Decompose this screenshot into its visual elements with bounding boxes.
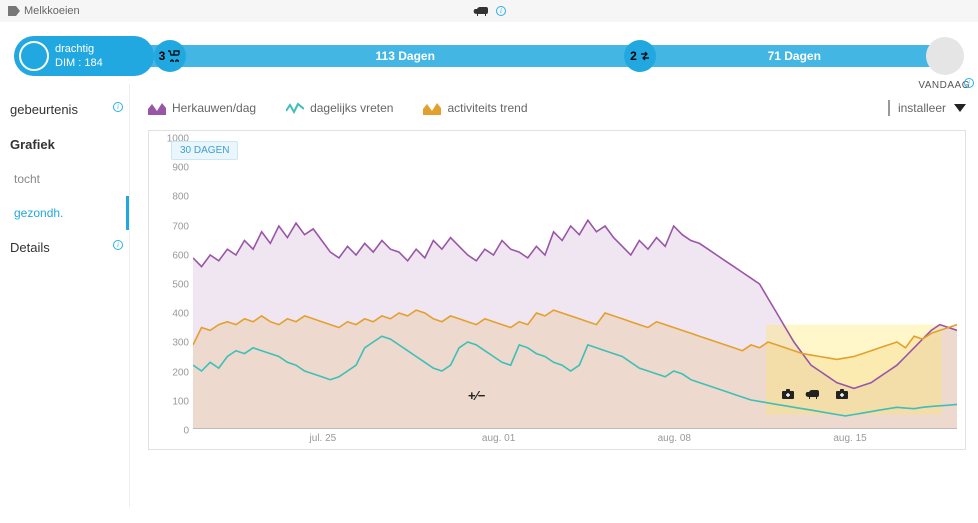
top-strip: Melkkoeien i xyxy=(0,0,978,22)
main-panel: i Herkauwen/dag dagelijks vreten activit… xyxy=(130,84,978,507)
x-tick: aug. 01 xyxy=(482,433,515,444)
timeline: drachtig DIM : 184 3 113 Dagen 2 71 Dage… xyxy=(14,36,964,76)
timeline-node-2[interactable]: 2 xyxy=(624,40,656,72)
status-label: drachtig xyxy=(55,42,103,56)
node1-num: 3 xyxy=(159,49,166,63)
chart-event-medkit-icon[interactable] xyxy=(835,388,849,403)
seg2-label: 71 Dagen xyxy=(768,49,821,63)
group-label[interactable]: Melkkoeien xyxy=(8,5,80,17)
y-tick: 0 xyxy=(183,426,189,437)
sidebar-item-gezondh[interactable]: gezondh. xyxy=(0,196,129,230)
range-badge[interactable]: 30 DAGEN xyxy=(171,141,238,160)
y-tick: 700 xyxy=(172,221,189,232)
timeline-node-1[interactable]: 3 xyxy=(154,40,186,72)
y-tick: 900 xyxy=(172,163,189,174)
rumination-swatch-icon xyxy=(148,101,166,115)
legend-eating-label: dagelijks vreten xyxy=(310,101,393,115)
legend-eating[interactable]: dagelijks vreten xyxy=(286,101,393,115)
sidebar-item-grafiek[interactable]: Grafiek xyxy=(0,127,129,162)
legend-activity[interactable]: activiteits trend xyxy=(423,101,527,115)
y-tick: 600 xyxy=(172,250,189,261)
plot-area: +⁄− xyxy=(193,139,957,429)
chart-event-medkit-icon[interactable] xyxy=(781,388,795,403)
sidebar-item-details[interactable]: Details i xyxy=(0,230,129,265)
timeline-today-circle[interactable] xyxy=(926,37,964,75)
details-label: Details xyxy=(10,240,50,255)
x-tick: jul. 25 xyxy=(310,433,337,444)
y-tick: 100 xyxy=(172,396,189,407)
y-tick: 800 xyxy=(172,192,189,203)
x-tick: aug. 08 xyxy=(658,433,691,444)
chart-event-plus-minus-icon[interactable]: +⁄− xyxy=(468,388,485,403)
stroller-icon xyxy=(167,50,181,62)
status-circle-icon xyxy=(19,41,49,71)
gebeurtenis-label: gebeurtenis xyxy=(10,102,78,117)
info-icon-details[interactable]: i xyxy=(113,240,123,250)
tag-icon xyxy=(8,6,20,16)
chevron-down-icon xyxy=(954,104,966,112)
gezondh-label: gezondh. xyxy=(14,206,63,220)
legend: Herkauwen/dag dagelijks vreten activitei… xyxy=(148,92,966,120)
y-tick: 200 xyxy=(172,367,189,378)
y-tick: 300 xyxy=(172,338,189,349)
x-axis: jul. 25 aug. 01 aug. 08 aug. 15 xyxy=(193,429,957,449)
seg1-label: 113 Dagen xyxy=(376,49,435,63)
timeline-bar: 3 113 Dagen 2 71 Dagen xyxy=(144,45,932,67)
swap-icon xyxy=(639,50,651,62)
legend-rumination-label: Herkauwen/dag xyxy=(172,101,256,115)
y-tick: 400 xyxy=(172,309,189,320)
eating-swatch-icon xyxy=(286,101,304,115)
grafiek-label: Grafiek xyxy=(10,137,55,152)
x-tick: aug. 15 xyxy=(833,433,866,444)
info-icon-gebeurtenis[interactable]: i xyxy=(113,102,123,112)
timeline-seg-2: 71 Dagen xyxy=(656,49,932,63)
node2-num: 2 xyxy=(630,49,637,63)
timeline-status-pill[interactable]: drachtig DIM : 184 xyxy=(14,36,154,76)
chart[interactable]: 30 DAGEN 0100200300400500600700800900100… xyxy=(148,130,966,450)
sidebar: gebeurtenis i Grafiek tocht gezondh. Det… xyxy=(0,84,130,507)
dim-label: DIM : 184 xyxy=(55,56,103,70)
tocht-label: tocht xyxy=(14,172,40,186)
legend-activity-label: activiteits trend xyxy=(447,101,527,115)
sidebar-item-tocht[interactable]: tocht xyxy=(0,162,129,196)
installer-label: installeer xyxy=(898,101,946,115)
installer-bar-icon xyxy=(888,100,890,116)
cow-icon xyxy=(472,5,490,17)
info-icon-chart[interactable]: i xyxy=(964,78,974,88)
installer-dropdown[interactable]: installeer xyxy=(888,100,966,116)
cow-header: i xyxy=(472,5,506,17)
y-tick: 500 xyxy=(172,280,189,291)
timeline-container: drachtig DIM : 184 3 113 Dagen 2 71 Dage… xyxy=(0,22,978,84)
cow-info-icon[interactable]: i xyxy=(496,6,506,16)
sidebar-item-gebeurtenis[interactable]: gebeurtenis i xyxy=(0,92,129,127)
chart-event-cow-icon[interactable] xyxy=(804,388,820,403)
group-text: Melkkoeien xyxy=(24,5,80,17)
legend-rumination[interactable]: Herkauwen/dag xyxy=(148,101,256,115)
y-axis: 01002003004005006007008009001000 xyxy=(149,131,193,429)
timeline-seg-1: 113 Dagen xyxy=(186,49,624,63)
activity-swatch-icon xyxy=(423,101,441,115)
